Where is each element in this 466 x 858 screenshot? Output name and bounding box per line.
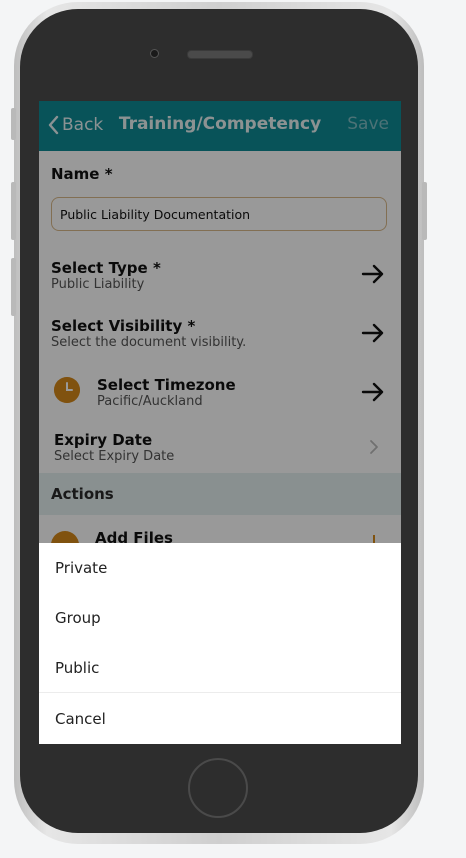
expiry-date-value: Select Expiry Date (54, 449, 175, 464)
select-timezone-value: Pacific/Auckland (97, 394, 203, 409)
home-button[interactable] (188, 758, 248, 818)
power-button (422, 182, 427, 240)
volume-down-button (11, 258, 16, 316)
arrow-right-icon (361, 323, 384, 343)
select-type-label: Select Type * (51, 259, 161, 277)
actions-header-label: Actions (51, 485, 114, 503)
select-visibility-value: Select the document visibility. (51, 335, 247, 350)
chevron-right-icon (370, 440, 378, 454)
expiry-date-label: Expiry Date (54, 431, 153, 449)
app-screen: Back Training/Competency Save Name * Pub… (39, 101, 401, 744)
option-private[interactable]: Private (39, 543, 401, 593)
option-public[interactable]: Public (39, 643, 401, 693)
arrow-right-icon (361, 382, 384, 402)
visibility-action-sheet: Private Group Public Cancel (39, 543, 401, 744)
mute-switch (11, 108, 16, 140)
option-group[interactable]: Group (39, 593, 401, 643)
front-camera (150, 49, 159, 58)
volume-up-button (11, 182, 16, 240)
arrow-right-icon (361, 264, 384, 284)
select-visibility-label: Select Visibility * (51, 317, 196, 335)
name-field[interactable]: Public Liability Documentation (51, 197, 387, 231)
navigation-bar: Back Training/Competency Save (39, 101, 401, 151)
sheet-divider (39, 692, 401, 693)
save-button[interactable]: Save (347, 114, 389, 134)
clock-icon (54, 377, 80, 403)
name-label: Name * (51, 165, 113, 183)
earpiece-speaker (187, 50, 253, 59)
select-type-value: Public Liability (51, 277, 145, 292)
cancel-button[interactable]: Cancel (39, 694, 401, 744)
select-timezone-label: Select Timezone (97, 376, 236, 394)
actions-section-header: Actions (39, 473, 401, 515)
